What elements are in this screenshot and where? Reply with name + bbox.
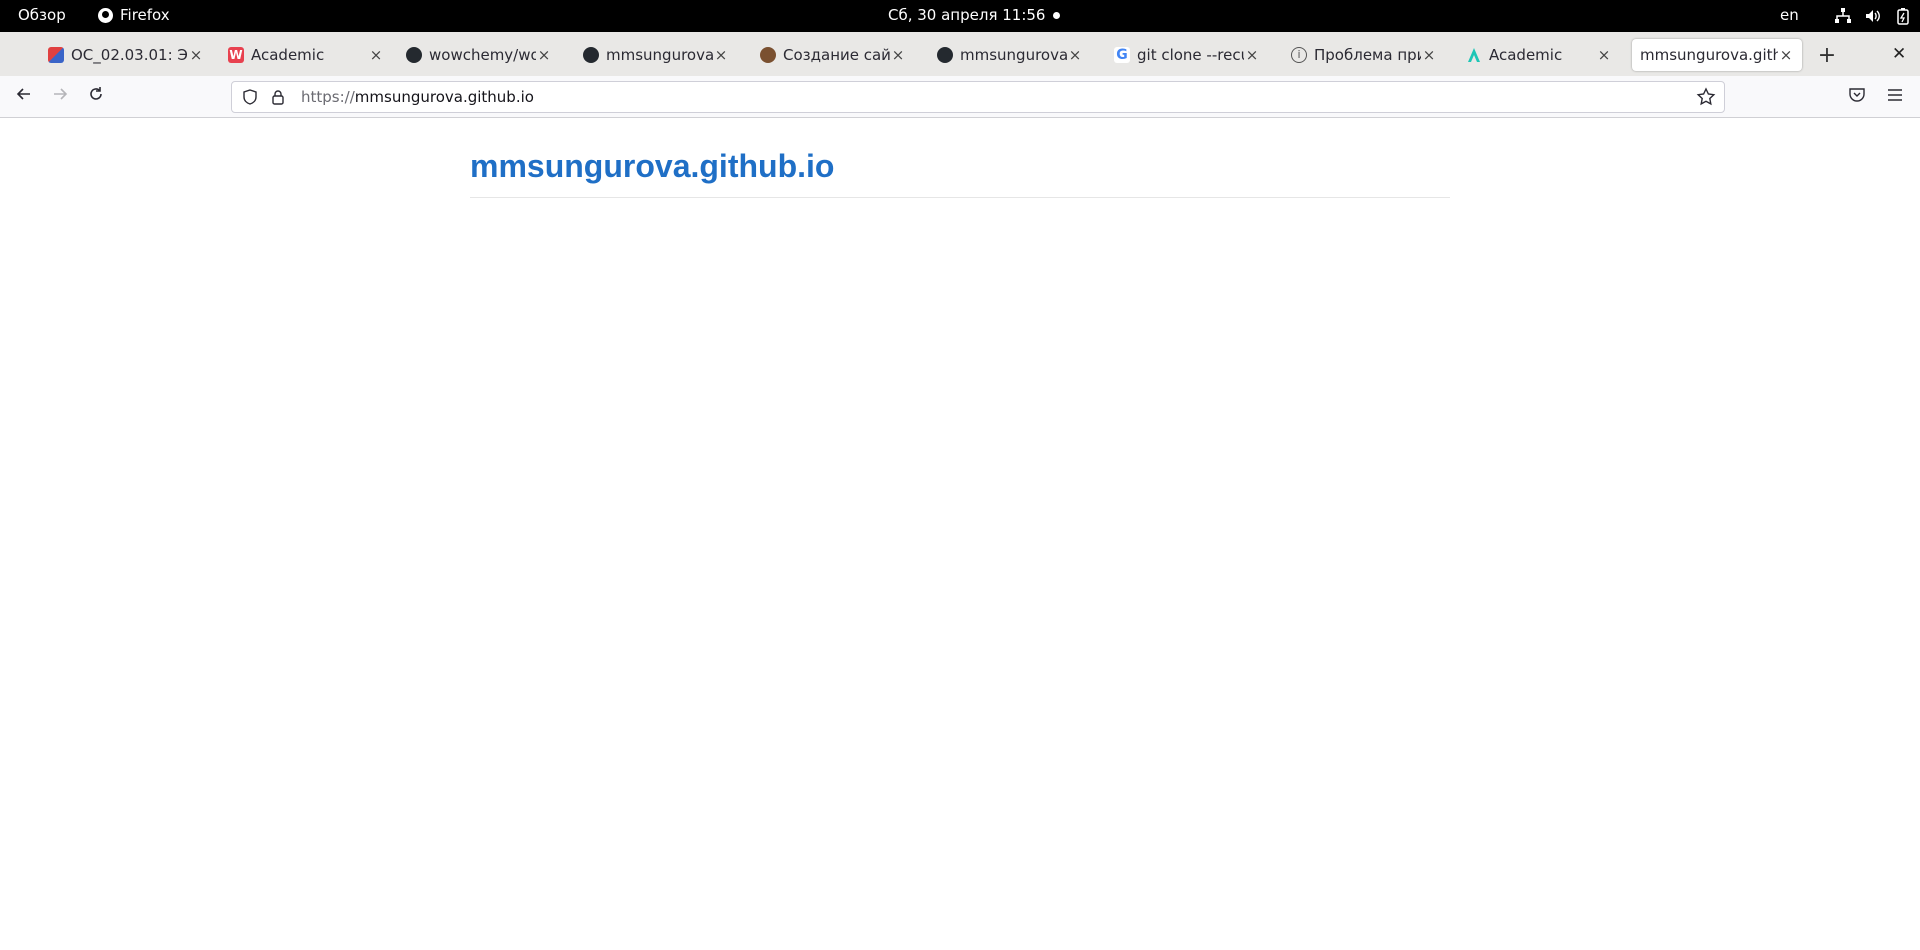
person-icon (760, 47, 776, 63)
arrow-right-icon (54, 88, 68, 100)
tab-git-clone[interactable]: G git clone --recursive × (1106, 39, 1268, 71)
tab-creating-site[interactable]: Создание сайта на × (752, 39, 914, 71)
tab-problem[interactable]: i Проблема при загрузке × (1283, 39, 1445, 71)
info-icon: i (1291, 47, 1307, 63)
tab-course[interactable]: ОС_02.03.01: Этапы × (40, 39, 212, 71)
reload-button[interactable] (84, 85, 108, 109)
bookmark-star-icon[interactable] (1696, 87, 1716, 107)
volume-icon[interactable] (1864, 7, 1882, 25)
close-tab-icon[interactable]: × (1067, 46, 1083, 64)
url-bar[interactable]: https://mmsungurova.github.io (231, 81, 1725, 113)
github-icon (406, 47, 422, 63)
close-tab-icon[interactable]: × (188, 46, 204, 64)
pocket-icon[interactable] (1848, 86, 1868, 106)
tracking-protection-shield-icon[interactable] (242, 89, 258, 105)
system-top-bar: Обзор Firefox Сб, 30 апреля 11:56 en (0, 0, 1920, 32)
google-icon: G (1114, 47, 1130, 63)
tab-mmsungurova-repo-2[interactable]: mmsungurova/mmsungurova × (929, 39, 1091, 71)
close-tab-icon[interactable]: × (713, 46, 729, 64)
close-tab-icon[interactable]: × (890, 46, 906, 64)
system-tray[interactable] (1834, 7, 1912, 25)
header-divider (470, 197, 1450, 198)
back-button[interactable] (12, 85, 36, 109)
close-window-button[interactable]: ✕ (1892, 44, 1906, 64)
tab-wowchemy[interactable]: wowchemy/wowchemy × (398, 39, 560, 71)
firefox-icon (98, 7, 113, 23)
tab-academic-w[interactable]: W Academic × (220, 39, 392, 71)
close-tab-icon[interactable]: × (1596, 46, 1612, 64)
academic-icon (1466, 47, 1482, 63)
new-tab-button[interactable]: + (1815, 43, 1839, 68)
close-tab-icon[interactable]: × (1421, 46, 1437, 64)
arrow-left-icon (16, 88, 30, 100)
github-icon (937, 47, 953, 63)
w-icon: W (228, 47, 244, 63)
keyboard-layout-indicator[interactable]: en (1780, 6, 1799, 24)
github-icon (583, 47, 599, 63)
close-tab-icon[interactable]: × (368, 46, 384, 64)
tab-mmsungurova-repo-1[interactable]: mmsungurova/mmsungurova × (575, 39, 737, 71)
menu-hamburger-icon[interactable] (1886, 86, 1906, 106)
lock-icon[interactable] (270, 89, 286, 105)
close-tab-icon[interactable]: × (1244, 46, 1260, 64)
notification-dot-icon (1053, 12, 1060, 19)
site-title-link[interactable]: mmsungurova.github.io (470, 148, 834, 185)
close-tab-icon[interactable]: × (1778, 46, 1794, 64)
tab-active-github-io[interactable]: mmsungurova.github.io × (1632, 39, 1802, 71)
page-content: mmsungurova.github.io (0, 118, 1920, 950)
tab-academic[interactable]: Academic × (1458, 39, 1620, 71)
tab-strip: ОС_02.03.01: Этапы × W Academic × wowche… (0, 32, 1920, 76)
network-icon[interactable] (1834, 7, 1852, 25)
close-tab-icon[interactable]: × (536, 46, 552, 64)
app-menu-label: Firefox (120, 6, 170, 24)
url-text[interactable]: https://mmsungurova.github.io (301, 88, 534, 106)
navigation-toolbar: https://mmsungurova.github.io (0, 76, 1920, 118)
forward-button[interactable] (48, 85, 72, 109)
activities-button[interactable]: Обзор (18, 6, 66, 24)
course-icon (48, 47, 64, 63)
reload-icon (90, 87, 102, 100)
app-menu[interactable]: Firefox (98, 6, 170, 24)
clock[interactable]: Сб, 30 апреля 11:56 (888, 6, 1045, 24)
battery-icon[interactable] (1894, 7, 1912, 25)
